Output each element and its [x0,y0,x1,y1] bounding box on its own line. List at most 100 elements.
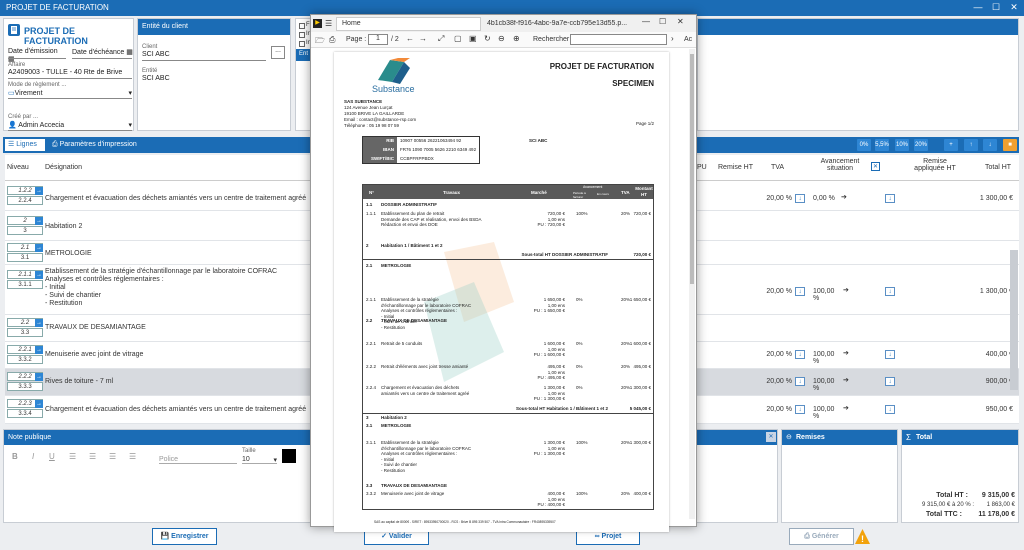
pdf-scrollbar[interactable] [689,49,695,519]
level-up-field[interactable]: 2 → [7,216,43,225]
align-right-icon[interactable]: ☰ [109,452,116,461]
row-avancement[interactable]: 100,00 % [813,406,841,420]
open-folder-icon[interactable]: 🗁 [315,35,325,49]
add-line-button[interactable]: + [944,139,958,151]
level-down-field[interactable]: 3.3.3 [7,382,43,391]
police-select[interactable]: Police [159,456,237,464]
rotate-icon[interactable]: ↻ [484,34,491,43]
option-checkbox[interactable] [299,32,305,38]
tab-home[interactable]: Home [336,17,481,31]
level-up-field[interactable]: 2.1.1 → [7,270,43,279]
bold-button[interactable]: B [12,452,18,461]
option-checkbox[interactable] [299,41,305,47]
tab-document[interactable]: 4b1cb38f-f916-4abc-9a7e-ccb795e13d55.p..… [487,20,637,27]
next-page-icon[interactable]: → [419,34,427,43]
level-up-field[interactable]: 2.2 → [7,318,43,327]
chevron-down-icon[interactable]: ↓ [795,287,805,296]
align-left-icon[interactable]: ☰ [69,452,76,461]
chevron-down-icon[interactable]: ↓ [885,350,895,359]
client-field[interactable]: SCI ABC [142,51,170,58]
page-input[interactable]: 1 [368,34,388,45]
maximize-button[interactable]: ☐ [990,2,1002,13]
enregistrer-button[interactable]: 💾 Enregistrer [152,528,217,545]
date-emission-field[interactable]: Date d'émission ▦ [8,48,66,63]
arrow-right-icon[interactable]: → [35,187,43,195]
print-icon[interactable]: ⎙ [329,35,335,45]
fit-page-icon[interactable]: ▢ [454,34,462,43]
actual-size-icon[interactable]: ▣ [469,34,477,43]
level-up-field[interactable]: 2.2.3 → [7,399,43,408]
fit-width-icon[interactable]: ⤢ [438,34,444,44]
minimize-button[interactable]: — [642,17,650,26]
tab-parametres-impression[interactable]: ⎙ Paramètres d'impression [52,141,137,149]
search-next-icon[interactable]: › [671,34,674,43]
zoom-in-icon[interactable]: ⊕ [513,34,520,43]
level-down-field[interactable]: 3.1 [7,253,43,262]
chevron-down-icon[interactable]: ↓ [885,377,895,386]
chevron-down-icon[interactable]: ↓ [795,194,805,203]
affaire-field[interactable]: A2409003 - TULLE - 40 Rte de Brive [8,69,122,76]
arrow-right-icon[interactable]: → [35,319,43,327]
level-up-field[interactable]: 2.1 → [7,243,43,252]
taille-select[interactable]: 10 ▾ [242,456,277,464]
align-center-icon[interactable]: ☰ [89,452,96,461]
col-remise: Remise HT [718,164,754,171]
arrow-right-icon[interactable]: → [35,244,43,252]
chevron-down-icon[interactable]: ↓ [885,287,895,296]
prev-page-icon[interactable]: ← [406,34,414,43]
level-down-field[interactable]: 3.3.2 [7,355,43,364]
level-down-field[interactable]: 3 [7,226,43,235]
vat-20-button[interactable]: 20% [914,139,928,151]
chevron-down-icon[interactable]: ↓ [795,350,805,359]
level-up-field[interactable]: 1.2.2 → [7,186,43,195]
chevron-down-icon[interactable]: ↓ [885,194,895,203]
arrow-right-icon[interactable]: → [35,271,43,279]
menu-icon[interactable]: ☰ [325,19,332,28]
page-title: PROJET DE FACTURATION [24,26,88,46]
generer-button[interactable]: ⎙ Générer [789,528,854,545]
chevron-down-icon[interactable]: ↓ [795,377,805,386]
move-up-button[interactable]: ↑ [964,139,978,151]
level-down-field[interactable]: 3.3.4 [7,409,43,418]
collapse-icon[interactable]: ✕ [766,432,776,442]
client-more-button[interactable]: ... [271,46,285,59]
level-up-field[interactable]: 2.2.2 → [7,372,43,381]
italic-button[interactable]: I [32,452,34,461]
mode-reglement-select[interactable]: ▭Virement ▾ [8,89,132,97]
option-checkbox[interactable] [299,23,305,29]
tab-lignes[interactable]: ☰ Lignes [5,139,45,151]
row-avancement[interactable]: 100,00 % [813,288,841,302]
vat-0-button[interactable]: 0% [857,139,871,151]
close-button[interactable]: ✕ [677,17,684,26]
arrow-right-icon[interactable]: → [35,373,43,381]
color-picker[interactable] [282,449,296,463]
underline-button[interactable]: U [49,452,55,461]
vat-10-button[interactable]: 10% [895,139,909,151]
level-down-field[interactable]: 2.2.4 [7,196,43,205]
entite-field[interactable]: SCI ABC [142,75,170,82]
zoom-out-icon[interactable]: ⊖ [498,34,505,43]
chevron-down-icon[interactable]: ↓ [885,405,895,414]
minimize-button[interactable]: — [972,2,984,12]
arrow-right-icon[interactable]: → [35,217,43,225]
row-avancement[interactable]: 100,00 % [813,378,841,392]
close-button[interactable]: ✕ [1008,2,1020,13]
row-avancement[interactable]: 100,00 % [813,351,841,365]
chevron-down-icon[interactable]: ↓ [795,405,805,414]
maximize-button[interactable]: ☐ [659,17,666,26]
date-echeance-field[interactable]: Date d'échéance ▦ [72,48,134,56]
row-avancement[interactable]: 0,00 % [813,195,841,202]
table-scrollbar[interactable] [1010,250,1018,390]
vat-5-5-button[interactable]: 5,5% [875,139,889,151]
level-down-field[interactable]: 3.3 [7,328,43,337]
align-justify-icon[interactable]: ☰ [129,452,136,461]
cree-par-select[interactable]: 👤 Admin Accecia ▾ [8,121,132,129]
arrow-right-icon[interactable]: → [35,400,43,408]
search-input[interactable] [570,34,667,45]
close-icon[interactable]: ✕ [871,162,880,171]
arrow-right-icon[interactable]: → [35,346,43,354]
level-up-field[interactable]: 2.2.1 → [7,345,43,354]
level-down-field[interactable]: 3.1.1 [7,280,43,289]
move-down-button[interactable]: ↓ [983,139,997,151]
delete-line-button[interactable]: ■ [1003,139,1017,151]
